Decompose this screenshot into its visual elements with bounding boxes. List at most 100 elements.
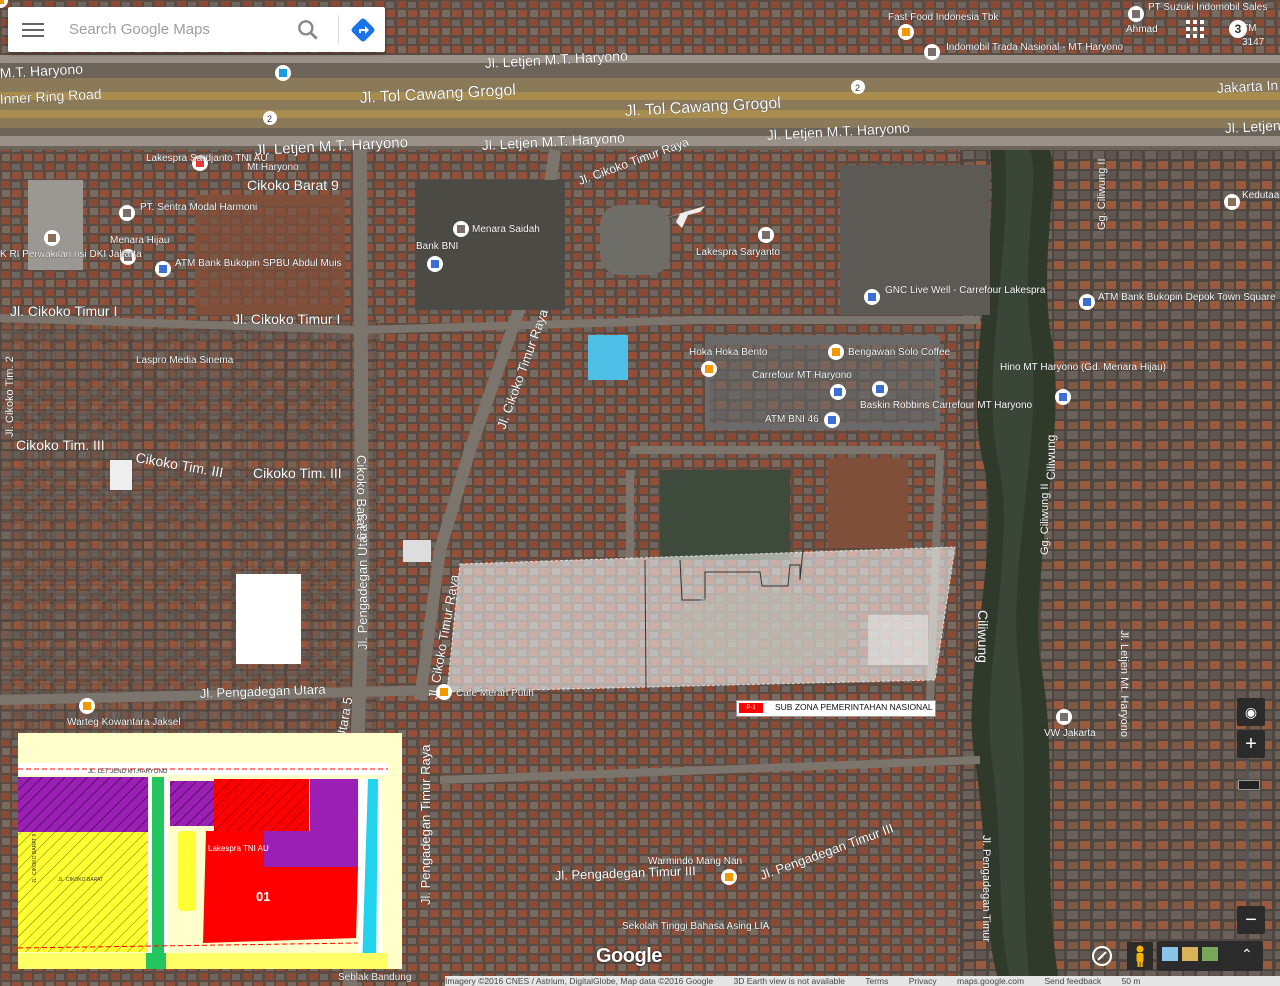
road-label: Jakarta In — [1216, 77, 1278, 96]
menu-icon[interactable] — [22, 20, 44, 40]
search-divider — [338, 15, 339, 44]
road-label: Cikoko Barat 9 — [354, 455, 369, 540]
bank-icon-glyph — [431, 260, 439, 268]
poi-label[interactable]: Laspro Media Sinema — [136, 355, 234, 367]
inset-main-label: Lakespra TNI AU — [208, 844, 269, 853]
building-icon-glyph — [457, 225, 465, 233]
poi-label[interactable]: Fast Food Indonesia Tbk — [888, 12, 1000, 24]
search-icon[interactable] — [295, 17, 321, 43]
road-label: Jl. Cikoko Timur I — [233, 311, 340, 327]
road-label: Ciliwung — [975, 610, 991, 663]
zone-legend: P-1 SUB ZONA PEMERINTAHAN NASIONAL — [736, 700, 936, 717]
shopping-icon-glyph — [868, 293, 876, 301]
atm-icon-glyph — [159, 265, 167, 273]
inset-side-label-1: JL. CIKOKO BARAT 9 — [32, 834, 38, 883]
road-label: Jl. Letjen Mt. Haryono — [1118, 630, 1130, 737]
road-label: Jl. Pengadegan Timur — [980, 835, 992, 942]
poi-label[interactable]: Indomobil Trada Nasional - MT Haryono — [946, 42, 1124, 54]
terms-link[interactable]: Terms — [865, 976, 888, 986]
search-box[interactable]: Search Google Maps — [8, 7, 385, 52]
poi-label[interactable]: Bank BNI — [416, 241, 459, 253]
zoning-inset-map: JL. LET JEND MT.HARYONO Lakespra TNI AU … — [18, 733, 402, 969]
restaurant-icon-glyph — [705, 365, 713, 373]
legend-swatch: P-1 — [739, 703, 763, 713]
road-label: Jl. Cikoko Tim. 2 — [4, 356, 16, 437]
directions-icon[interactable] — [348, 15, 378, 45]
poi-label[interactable]: Seblak Bandung — [338, 972, 412, 984]
poi-label[interactable]: 3147 — [1242, 37, 1265, 49]
building-icon-glyph — [123, 209, 131, 217]
earth-spin-icon[interactable] — [1090, 944, 1114, 968]
road-label: Jl. Cikoko Timur I — [10, 303, 117, 319]
my-location-button[interactable]: ◉ — [1237, 698, 1265, 726]
road-label: Gg. Ciliwung II — [1039, 483, 1051, 555]
inset-road-label: JL. LET JEND MT.HARYONO — [88, 769, 168, 775]
road-label: Ciliwung — [1044, 435, 1058, 480]
building-icon-glyph — [928, 48, 936, 56]
road-label: Cikoko Tim. III — [16, 437, 105, 453]
inset-zone-number: 01 — [256, 889, 270, 904]
shopping-icon-glyph — [834, 388, 842, 396]
notifications-badge[interactable]: 3 — [1229, 20, 1247, 38]
transit-icon-glyph — [279, 69, 287, 77]
poi-label[interactable]: Hino MT Haryono (Gd. Menara Hijau) — [1000, 362, 1167, 374]
poi-label[interactable]: Warmindo Mang Nan — [648, 856, 743, 868]
building-icon-glyph — [1132, 10, 1140, 18]
poi-label[interactable]: Ahmad — [1126, 24, 1158, 36]
road-label: Cikoko Tim. III — [253, 465, 342, 481]
chevron-up-icon[interactable]: ⌃ — [1241, 946, 1253, 963]
building-icon-glyph — [1060, 713, 1068, 721]
highway-shield-number: 2 — [267, 114, 272, 124]
zoom-out-button[interactable]: − — [1237, 906, 1265, 934]
government-icon-glyph — [1228, 198, 1236, 206]
poi-label[interactable]: ATM BNI 46 — [765, 414, 820, 426]
layer-switcher[interactable]: ⌃ — [1157, 941, 1263, 971]
restaurant-icon-glyph — [83, 702, 91, 710]
road-label: Gg. Ciliwung II — [1096, 158, 1108, 230]
apps-grid-icon[interactable] — [1186, 20, 1204, 38]
earth-view-note: 3D Earth view is not available — [733, 976, 846, 986]
imagery-credit: Imagery ©2016 CNES / Astrium, DigitalGlo… — [445, 976, 714, 986]
street-view-pegman-icon[interactable] — [1127, 942, 1153, 970]
poi-label[interactable]: PT Suzuki Indomobil Sales — [1148, 2, 1268, 14]
poi-label[interactable]: K RI Perwakilan nsi DKI Jakarta — [0, 249, 142, 261]
poi-label[interactable]: Warteg Kowantara Jaksel — [67, 717, 181, 729]
map-footer: Imagery ©2016 CNES / Astrium, DigitalGlo… — [445, 976, 1280, 986]
poi-label[interactable]: ATM Bank Bukopin SPBU Abdul Muis — [175, 258, 342, 270]
zoom-slider-thumb[interactable] — [1238, 780, 1260, 790]
poi-label[interactable]: ATM Bank Bukopin Depok Town Square — [1098, 292, 1276, 304]
poi-label[interactable]: Carrefour MT Haryono — [752, 370, 853, 382]
poi-label[interactable]: Cafe Merah Putih — [456, 688, 534, 700]
atm-icon-glyph — [1083, 298, 1091, 306]
restaurant-icon-glyph — [0, 0, 4, 4]
government-icon-glyph — [48, 234, 56, 242]
road-label: Jl. Pengadegan Timur Raya — [418, 744, 433, 905]
privacy-link[interactable]: Privacy — [909, 976, 937, 986]
poi-label[interactable]: Sekolah Tinggi Bahasa Asing LIA — [622, 921, 770, 933]
send-feedback-link[interactable]: Send feedback — [1044, 976, 1101, 986]
poi-label[interactable]: VW Jakarta — [1044, 728, 1097, 740]
poi-label[interactable]: PT. Sentra Modal Harmoni — [140, 202, 258, 214]
highway-shield-number: 2 — [855, 83, 860, 93]
search-input[interactable]: Search Google Maps — [69, 21, 210, 38]
poi-label[interactable]: Baskin Robbins Carrefour MT Haryono — [860, 400, 1033, 412]
poi-label[interactable]: Bengawan Solo Coffee — [848, 347, 951, 359]
shopping-icon-glyph — [1059, 393, 1067, 401]
cafe-icon-glyph — [725, 873, 733, 881]
cafe-icon-glyph — [440, 688, 448, 696]
domain-link[interactable]: maps.google.com — [957, 976, 1024, 986]
poi-label[interactable]: Hoka Hoka Bento — [689, 347, 768, 359]
zoom-in-button[interactable]: + — [1237, 730, 1265, 758]
terrain-layer-thumb[interactable] — [1182, 947, 1198, 961]
road-label: Cikoko Barat 9 — [247, 177, 339, 193]
poi-label[interactable]: Mt Haryono — [247, 162, 300, 174]
shopping-icon-glyph — [876, 385, 884, 393]
road-label: Jl. Letjen — [1224, 117, 1280, 136]
poi-label[interactable]: Menara Hijau — [110, 235, 170, 247]
poi-label[interactable]: Lakespra Saryanto — [696, 247, 781, 259]
poi-label[interactable]: Menara Saidah — [472, 224, 540, 236]
earth-layer-thumb[interactable] — [1202, 947, 1218, 961]
poi-label[interactable]: GNC Live Well - Carrefour Lakespra — [885, 285, 1046, 297]
poi-label[interactable]: Kedutaa Arab Sa — [1242, 190, 1280, 202]
map-layer-thumb[interactable] — [1162, 947, 1178, 961]
